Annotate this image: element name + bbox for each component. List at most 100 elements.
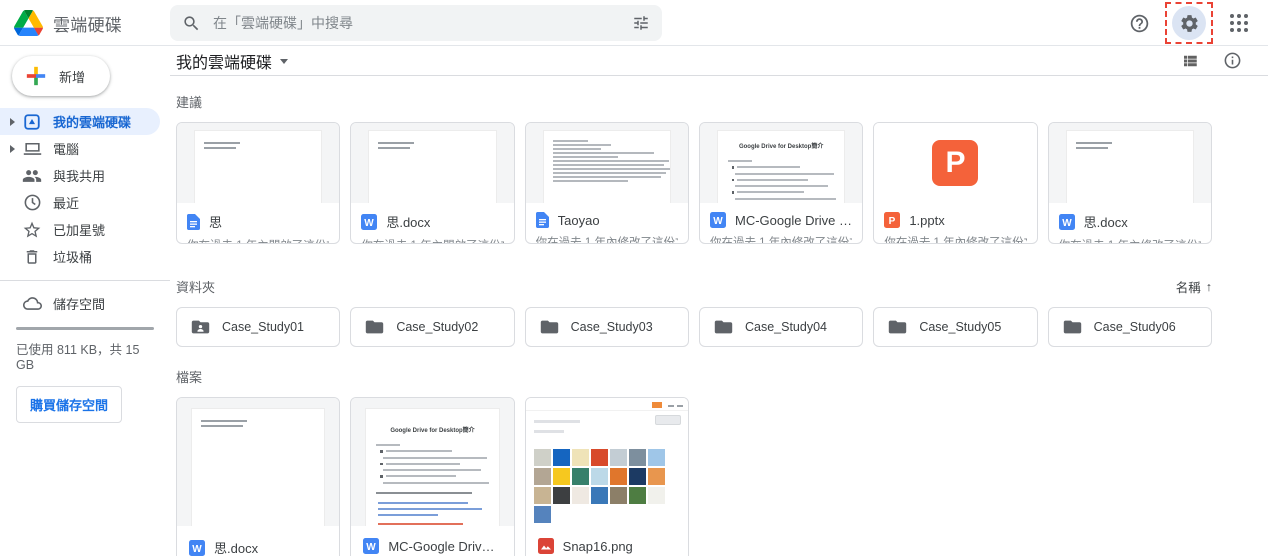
folder-icon	[365, 319, 384, 335]
folder-item[interactable]: Case_Study02	[350, 307, 515, 347]
files-grid: W 思.docx Google Drive for Desktop簡介 W MC…	[176, 397, 1212, 556]
file-card[interactable]: 思 你在過去 1 年內開啟了這份文件	[176, 122, 341, 244]
folder-item[interactable]: Case_Study01	[176, 307, 341, 347]
file-card[interactable]: P P 1.pptx 你在過去 1 年內修改了這份文件	[873, 122, 1038, 244]
sidebar-item-0[interactable]: 我的雲端硬碟	[0, 108, 160, 135]
list-view-toggle-button[interactable]	[1181, 52, 1199, 70]
word-file-icon: W	[361, 213, 378, 230]
file-name: 思	[209, 215, 223, 230]
new-button-label: 新增	[59, 69, 86, 85]
file-card[interactable]: Google Drive for Desktop簡介 W MC-Google D…	[350, 397, 515, 556]
file-card[interactable]: W 思.docx	[176, 397, 341, 556]
file-reason: 你在過去 1 年內修改了這份文件	[884, 237, 1026, 244]
photo-thumbnail	[590, 449, 608, 466]
file-thumbnail	[177, 123, 340, 203]
cloud-storage-icon	[22, 294, 42, 314]
chevron-down-icon	[280, 59, 289, 64]
page-title: 我的雲端硬碟	[176, 54, 273, 72]
folder-item[interactable]: Case_Study06	[1047, 307, 1212, 347]
new-button[interactable]: 新增	[12, 56, 110, 96]
file-name: 思.docx	[214, 541, 259, 556]
sort-label: 名稱	[1175, 281, 1201, 295]
document-page-thumbnail: Google Drive for Desktop簡介	[366, 409, 499, 526]
search-input[interactable]	[213, 15, 620, 31]
drive-logo-area[interactable]: 雲端硬碟	[14, 0, 122, 46]
folder-item[interactable]: Case_Study05	[873, 307, 1038, 347]
buy-storage-button[interactable]: 購買儲存空間	[16, 386, 123, 423]
plus-icon	[25, 65, 47, 87]
file-name: MC-Google Drive for Deskt...	[388, 538, 501, 554]
breadcrumb-my-drive[interactable]: 我的雲端硬碟	[176, 49, 289, 73]
svg-text:W: W	[1062, 217, 1072, 228]
photo-thumbnail	[609, 449, 627, 466]
search-options-tune-icon[interactable]	[632, 14, 650, 32]
top-bar: 雲端硬碟	[0, 0, 1268, 46]
file-thumbnail	[525, 398, 688, 526]
sidebar-item-label: 已加星號	[53, 223, 106, 238]
sidebar-nav: 我的雲端硬碟 電腦 與我共用 最近 已加星號 垃圾桶	[0, 108, 170, 270]
document-page-thumbnail	[543, 131, 670, 203]
sidebar-item-label: 與我共用	[53, 169, 106, 184]
sidebar-item-3[interactable]: 最近	[0, 189, 160, 216]
suggested-grid: 思 你在過去 1 年內開啟了這份文件 W 思.docx 你在過去 1 年內開啟了…	[176, 122, 1212, 244]
settings-gear-button[interactable]	[1172, 6, 1206, 40]
gdoc-file-icon	[187, 213, 200, 230]
word-file-icon: W	[709, 212, 726, 228]
sort-by-name-button[interactable]: 名稱 ↑	[1176, 277, 1212, 296]
photo-thumbnail	[552, 487, 570, 504]
sidebar-item-label: 最近	[53, 196, 80, 211]
sidebar-item-storage[interactable]: 儲存空間	[0, 290, 160, 317]
svg-text:W: W	[192, 543, 202, 554]
doc-thumbnail-title: Google Drive for Desktop簡介	[390, 428, 475, 434]
details-info-button[interactable]	[1223, 51, 1242, 70]
photo-thumbnail	[533, 487, 551, 504]
folder-item[interactable]: Case_Study03	[524, 307, 689, 347]
folders-grid: Case_Study01 Case_Study02 Case_Study03 C…	[176, 307, 1212, 347]
expand-arrow-icon[interactable]	[10, 117, 15, 126]
file-name: 1.pptx	[909, 212, 945, 228]
file-card[interactable]: Taoyao 你在過去 1 年內修改了這份文件	[524, 122, 689, 244]
document-page-thumbnail	[369, 131, 496, 203]
folder-item[interactable]: Case_Study04	[698, 307, 864, 347]
ppt-thumbnail-tile: P	[932, 140, 979, 186]
help-button[interactable]	[1122, 6, 1156, 40]
sidebar-divider	[0, 280, 170, 281]
photo-thumbnail	[590, 487, 608, 504]
gdoc-file-icon	[535, 212, 549, 228]
sidebar-item-1[interactable]: 電腦	[0, 135, 160, 162]
file-card[interactable]: Google Drive for Desktop簡介 W MC-Google D…	[698, 122, 864, 244]
sidebar-item-5[interactable]: 垃圾桶	[0, 243, 160, 270]
file-reason: 你在過去 1 年內開啟了這份文件	[361, 237, 503, 243]
search-icon[interactable]	[182, 14, 201, 33]
file-thumbnail	[525, 123, 688, 203]
sort-direction-icon: ↑	[1205, 279, 1212, 294]
file-card[interactable]: Snap16.png	[524, 397, 689, 556]
search-bar[interactable]	[170, 5, 662, 41]
photo-thumbnail	[609, 468, 627, 485]
google-apps-grid-button[interactable]	[1222, 6, 1256, 40]
file-name: 思.docx	[1083, 215, 1128, 230]
document-page-thumbnail	[195, 131, 322, 203]
photo-thumbnail	[647, 449, 665, 466]
suggested-section-label: 建議	[176, 95, 203, 110]
file-card[interactable]: W 思.docx 你在過去 1 年內開啟了這份文件	[350, 122, 515, 244]
sidebar-item-2[interactable]: 與我共用	[0, 162, 160, 189]
expand-arrow-icon[interactable]	[10, 144, 15, 153]
ppt-file-icon: P	[884, 212, 901, 228]
folder-name: Case_Study03	[570, 320, 653, 334]
svg-text:W: W	[713, 216, 723, 227]
folder-icon	[1063, 319, 1082, 335]
folder-icon	[540, 319, 559, 335]
starred-icon	[22, 220, 42, 240]
sidebar-item-label: 電腦	[53, 142, 80, 157]
file-name: 思.docx	[386, 215, 431, 230]
recent-icon	[22, 193, 42, 213]
photo-thumbnail	[628, 487, 646, 504]
word-file-icon: W	[1058, 213, 1075, 230]
shared-folder-icon	[191, 319, 210, 335]
photo-thumbnail	[628, 449, 646, 466]
main-content: 我的雲端硬碟 建議 思 你在過去 1 年內開啟了這份文件 W	[170, 46, 1268, 556]
file-card[interactable]: W 思.docx 你在過去 1 年內修改了這份文件	[1047, 122, 1212, 244]
trash-icon	[22, 247, 42, 267]
sidebar-item-4[interactable]: 已加星號	[0, 216, 160, 243]
